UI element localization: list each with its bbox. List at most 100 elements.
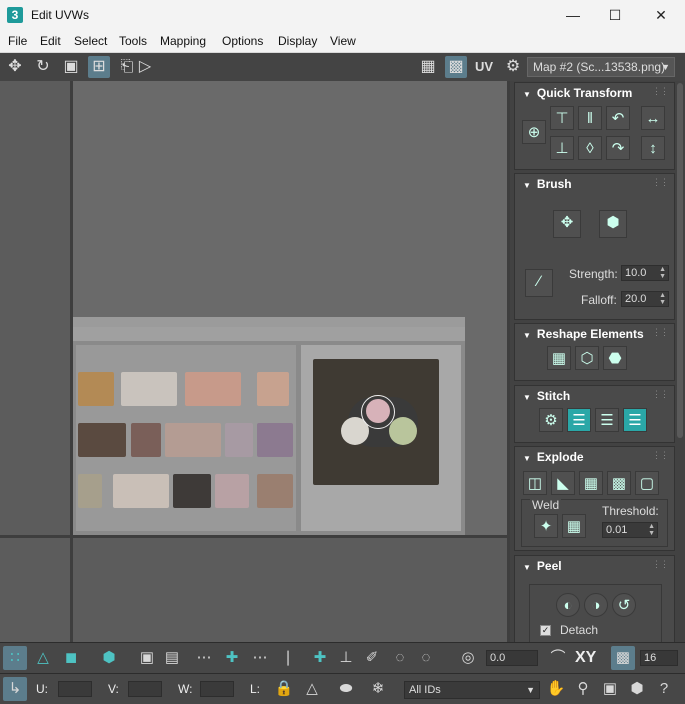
id-filter-dropdown[interactable]: All IDs ▼ bbox=[404, 681, 540, 699]
reset-peel-icon[interactable]: ↺ bbox=[612, 593, 636, 617]
rotate-icon[interactable]: ↻ bbox=[32, 56, 54, 78]
lasso-paint-icon[interactable]: ◌ bbox=[414, 646, 438, 670]
rollout-title[interactable]: ▼ Explode bbox=[523, 450, 584, 464]
rectangle-icon[interactable]: ⬣ bbox=[603, 346, 627, 370]
center-pivot-icon[interactable]: ⊕ bbox=[522, 120, 546, 144]
zoom-extents-icon[interactable]: ⬢ bbox=[625, 677, 649, 701]
polygon-select-icon[interactable]: ■ bbox=[59, 646, 83, 670]
v-field[interactable] bbox=[128, 681, 162, 697]
uv-viewport[interactable] bbox=[0, 81, 510, 642]
count-spinner[interactable]: 16 bbox=[640, 650, 678, 666]
checker-icon[interactable]: ▦ bbox=[417, 56, 439, 78]
break-icon[interactable]: ◫ bbox=[523, 471, 547, 495]
relax-brush-icon[interactable]: ⬢ bbox=[599, 210, 627, 238]
u-field[interactable] bbox=[58, 681, 92, 697]
explode-box-icon[interactable]: ▢ bbox=[635, 471, 659, 495]
element-select-icon[interactable]: ⬢ bbox=[97, 646, 121, 670]
flip-horizontal-icon[interactable]: ↔ bbox=[641, 106, 665, 130]
menu-file[interactable]: File bbox=[8, 34, 27, 48]
weld-selected-icon[interactable]: ✦ bbox=[534, 514, 558, 538]
drag-handle-icon[interactable]: ⋮⋮ bbox=[652, 86, 669, 97]
scale-icon[interactable]: ▣ bbox=[60, 56, 82, 78]
flip-vertical-icon[interactable]: ↕ bbox=[641, 136, 665, 160]
hide-icon[interactable]: ⬬ bbox=[334, 677, 358, 701]
stitch-custom-icon[interactable]: ⚙ bbox=[539, 408, 563, 432]
panel-scrollbar[interactable] bbox=[677, 83, 683, 438]
soft-selection-icon[interactable]: ◎ bbox=[456, 646, 480, 670]
edge-loop-icon[interactable]: ❘ bbox=[276, 646, 300, 670]
minimize-button[interactable]: — bbox=[555, 5, 591, 25]
drag-handle-icon[interactable]: ⋮⋮ bbox=[652, 450, 669, 461]
explode-grid-icon[interactable]: ▦ bbox=[579, 471, 603, 495]
detach-edges-icon[interactable]: ◣ bbox=[551, 471, 575, 495]
rollout-title[interactable]: ▼ Brush bbox=[523, 177, 572, 191]
uv-axis-label[interactable]: UV bbox=[475, 59, 493, 74]
menu-tools[interactable]: Tools bbox=[119, 34, 147, 48]
align-vertical-icon[interactable]: ⊥ bbox=[550, 136, 574, 160]
xy-label[interactable]: XY bbox=[575, 649, 596, 667]
show-hide-icon[interactable]: △ bbox=[300, 677, 324, 701]
zoom-icon[interactable]: ⚲ bbox=[571, 677, 595, 701]
lock-icon[interactable]: 🔒 bbox=[272, 677, 296, 701]
weld-target-icon[interactable]: ▦ bbox=[562, 514, 586, 538]
straighten-icon[interactable]: ▦ bbox=[547, 346, 571, 370]
menu-edit[interactable]: Edit bbox=[40, 34, 61, 48]
menu-options[interactable]: Options bbox=[222, 34, 263, 48]
map-settings-icon[interactable]: ⚙ bbox=[502, 56, 524, 78]
menu-mapping[interactable]: Mapping bbox=[160, 34, 206, 48]
move-icon[interactable]: ✥ bbox=[4, 56, 26, 78]
detach-checkbox[interactable]: ✓ bbox=[540, 625, 551, 636]
stitch-average-icon[interactable]: ☰ bbox=[595, 408, 619, 432]
stitch-to-source-icon[interactable]: ☰ bbox=[623, 408, 647, 432]
freeform-icon[interactable]: ⊞ bbox=[88, 56, 110, 78]
ring-shrink-icon[interactable]: ⋯ bbox=[248, 646, 272, 670]
shrink-select-icon[interactable]: ▤ bbox=[160, 646, 184, 670]
grid-snap-icon[interactable]: ▩ bbox=[611, 646, 635, 670]
align-horizontal-icon[interactable]: ⊤ bbox=[550, 106, 574, 130]
flatten-icon[interactable]: ▩ bbox=[607, 471, 631, 495]
threshold-spinner[interactable]: 0.01 ▲ ▼ bbox=[602, 522, 658, 538]
falloff-spinner[interactable]: 20.0 ▲ ▼ bbox=[621, 291, 669, 307]
peel-mode-icon[interactable]: ◑ bbox=[584, 593, 608, 617]
help-icon[interactable]: ? bbox=[652, 677, 676, 701]
space-horizontal-icon[interactable]: ‖ bbox=[578, 106, 602, 130]
menu-select[interactable]: Select bbox=[74, 34, 107, 48]
rotate-cw-icon[interactable]: ↷ bbox=[606, 136, 630, 160]
edge-select-icon[interactable]: △ bbox=[31, 646, 55, 670]
menu-display[interactable]: Display bbox=[278, 34, 317, 48]
brush-icon[interactable]: ✐ bbox=[360, 646, 384, 670]
w-field[interactable] bbox=[200, 681, 234, 697]
menu-view[interactable]: View bbox=[330, 34, 356, 48]
quick-peel-icon[interactable]: ◐ bbox=[556, 593, 580, 617]
paint-select-icon[interactable]: ⊥ bbox=[334, 646, 358, 670]
align-grid-icon[interactable]: ◊ bbox=[578, 136, 602, 160]
vertex-select-icon[interactable]: ∷ bbox=[3, 646, 27, 670]
drag-handle-icon[interactable]: ⋮⋮ bbox=[652, 559, 669, 570]
grow-select-icon[interactable]: ▣ bbox=[135, 646, 159, 670]
rollout-title[interactable]: ▼ Reshape Elements bbox=[523, 327, 644, 341]
drag-handle-icon[interactable]: ⋮⋮ bbox=[652, 327, 669, 338]
show-map-icon[interactable]: ▩ bbox=[445, 56, 467, 78]
loop-select-icon[interactable]: ⋯ bbox=[192, 646, 216, 670]
maximize-button[interactable]: ☐ bbox=[597, 5, 633, 25]
brush-curve-icon[interactable]: ∕ bbox=[525, 269, 553, 297]
drag-handle-icon[interactable]: ⋮⋮ bbox=[652, 389, 669, 400]
lasso-select-icon[interactable]: ◌ bbox=[388, 646, 412, 670]
rotate-ccw-icon[interactable]: ↶ bbox=[606, 106, 630, 130]
paint-move-icon[interactable]: ✥ bbox=[553, 210, 581, 238]
pan-icon[interactable]: ✋ bbox=[544, 677, 568, 701]
drag-handle-icon[interactable]: ⋮⋮ bbox=[652, 177, 669, 188]
map-dropdown[interactable]: Map #2 (Sc...13538.png) ▼ bbox=[527, 57, 675, 77]
freeze-icon[interactable]: ❄ bbox=[366, 677, 390, 701]
ring-grow-icon[interactable]: ✚ bbox=[220, 646, 244, 670]
relax-element-icon[interactable]: ⬡ bbox=[575, 346, 599, 370]
zoom-region-icon[interactable]: ▣ bbox=[598, 677, 622, 701]
stitch-to-target-icon[interactable]: ☰ bbox=[567, 408, 591, 432]
falloff-curve-icon[interactable]: ⌒ bbox=[546, 646, 570, 670]
paint-select-grow-icon[interactable]: ✚ bbox=[308, 646, 332, 670]
absolute-offset-icon[interactable]: ↳ bbox=[3, 677, 27, 701]
close-button[interactable]: ✕ bbox=[643, 5, 679, 25]
flip-icon[interactable]: ▷ bbox=[134, 56, 156, 78]
strength-spinner[interactable]: 10.0 ▲ ▼ bbox=[621, 265, 669, 281]
rollout-title[interactable]: ▼ Quick Transform bbox=[523, 86, 632, 100]
